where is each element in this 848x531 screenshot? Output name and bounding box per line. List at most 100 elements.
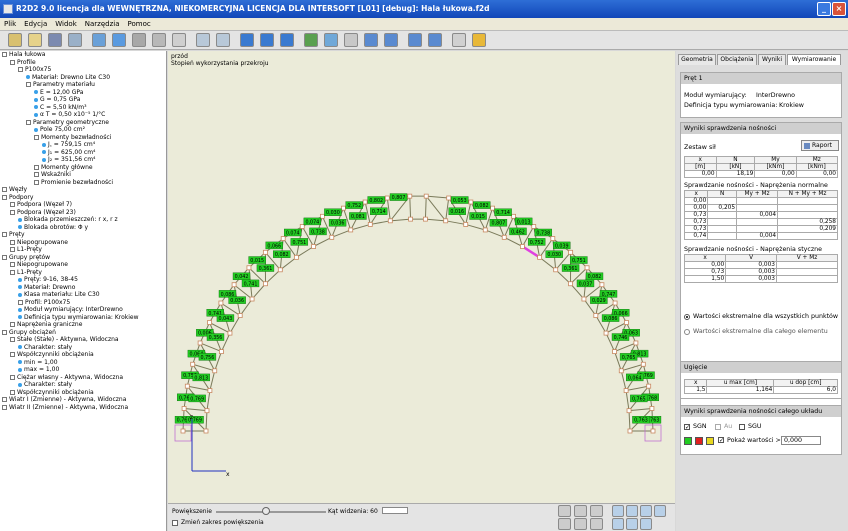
save-icon[interactable] [48, 33, 62, 47]
structure-canvas[interactable]: przód Stopień wykorzystania przekroju 0,… [168, 51, 675, 503]
tree-item[interactable]: Hala łukowa [0, 51, 166, 59]
tree-item[interactable]: Wiatr II (Zmienne) - Aktywna, Widoczna [0, 404, 166, 412]
radio-all-points-input[interactable] [684, 314, 690, 320]
tree-item[interactable]: Momenty główne [0, 164, 166, 172]
tree-item[interactable]: Klasa materiału: Lite C30 [0, 291, 166, 299]
refresh-icon[interactable] [640, 518, 652, 530]
zoom-in-icon[interactable] [612, 505, 624, 517]
tree-item[interactable]: G = 0,75 GPa [0, 96, 166, 104]
red-color-swatch[interactable] [695, 437, 703, 445]
view-front-icon[interactable] [240, 33, 254, 47]
nav-left-icon[interactable] [574, 518, 587, 530]
radio-whole-element[interactable]: Wartości ekstremalne dla całego elementu [681, 328, 841, 337]
tree-item[interactable]: Wskaźniki [0, 171, 166, 179]
view-3d-icon[interactable] [280, 33, 294, 47]
tree-item[interactable]: Współczynniki obciążenia [0, 389, 166, 397]
settings-icon[interactable] [452, 33, 466, 47]
nav-down-icon[interactable] [590, 518, 603, 530]
tree-item[interactable]: Materiał: Drewno [0, 284, 166, 292]
table-icon[interactable] [364, 33, 378, 47]
tree-item[interactable]: Definicja typu wymiarowania: Krokiew [0, 314, 166, 322]
tree-item[interactable]: Grupy prętów [0, 254, 166, 262]
minimize-button[interactable]: _ [817, 2, 831, 16]
tree-item[interactable]: Węzły [0, 186, 166, 194]
radio-all-points[interactable]: Wartości ekstremalne dla wszystkich punk… [681, 313, 841, 322]
undo-icon[interactable] [196, 33, 210, 47]
zoom-window-icon[interactable] [654, 505, 666, 517]
new-icon[interactable] [8, 33, 22, 47]
green-color-swatch[interactable] [684, 437, 692, 445]
tab-geometry[interactable]: Geometria [678, 54, 716, 65]
zoom-slider-track[interactable] [216, 511, 326, 513]
tree-item[interactable]: Wiatr I (Zmienne) - Aktywna, Widoczna [0, 396, 166, 404]
nav-up-left-icon[interactable] [558, 505, 571, 517]
tree-item[interactable]: Niepogrupowane [0, 261, 166, 269]
show-values-checkbox[interactable]: ✓ [718, 437, 724, 444]
menu-tools[interactable]: Narzędzia [81, 18, 124, 31]
tree-item[interactable]: Parametry materiału [0, 81, 166, 89]
tree-item[interactable]: Ciężar własny - Aktywna, Widoczna [0, 374, 166, 382]
report-icon[interactable] [408, 33, 422, 47]
tree-item[interactable]: Niepogrupowane [0, 239, 166, 247]
pan-icon[interactable] [626, 518, 638, 530]
redo-icon[interactable] [216, 33, 230, 47]
tree-item[interactable]: J꜀ = 759,15 cm⁴ [0, 141, 166, 149]
tree-item[interactable]: Podpora (Węzeł 23) [0, 209, 166, 217]
grid-tool-icon[interactable] [132, 33, 146, 47]
yellow-color-swatch[interactable] [706, 437, 714, 445]
menu-edit[interactable]: Edycja [20, 18, 51, 31]
tree-item[interactable]: Grupy obciążeń [0, 329, 166, 337]
tab-dimensioning[interactable]: Wymiarowanie [787, 54, 841, 65]
report-button[interactable]: Raport [801, 140, 839, 151]
member-tool-icon[interactable] [112, 33, 126, 47]
tree-item[interactable]: Współczynniki obciążenia [0, 351, 166, 359]
sgu-checkbox[interactable] [739, 424, 745, 430]
zoom-fit-icon[interactable] [640, 505, 652, 517]
tree-item[interactable]: J₂ = 351,56 cm⁴ [0, 156, 166, 164]
table-row[interactable]: 0,73 0,209 [683, 225, 838, 233]
tree-item[interactable]: Charakter: stały [0, 381, 166, 389]
nav-up-right-icon[interactable] [590, 505, 603, 517]
table-row[interactable]: 0,73 0,004 [683, 211, 838, 219]
zoom-slider-handle[interactable] [262, 507, 270, 515]
open-icon[interactable] [28, 33, 42, 47]
export-icon[interactable] [428, 33, 442, 47]
tree-item[interactable]: Stałe (Stałe) - Aktywna, Widoczna [0, 336, 166, 344]
view-side-icon[interactable] [260, 33, 274, 47]
results-icon[interactable] [324, 33, 338, 47]
sgn-checkbox[interactable]: ✓ [684, 424, 690, 431]
threshold-input[interactable]: 0,000 [781, 436, 821, 445]
delete-icon[interactable] [172, 33, 186, 47]
tree-item[interactable]: α T = 0,50 x10⁻⁵ 1/°C [0, 111, 166, 119]
tree-item[interactable]: J₁ = 625,00 cm⁴ [0, 149, 166, 157]
tree-item[interactable]: Charakter: stały [0, 344, 166, 352]
node-tool-icon[interactable] [92, 33, 106, 47]
table-row[interactable]: 0,00 0,003 [683, 261, 839, 269]
table-row[interactable]: 0,00 0,205 [683, 204, 838, 212]
tree-item[interactable]: L1-Pręty [0, 246, 166, 254]
nav-right-icon[interactable] [558, 518, 571, 530]
dimension-icon[interactable] [344, 33, 358, 47]
menu-view[interactable]: Widok [51, 18, 81, 31]
scale-tool-icon[interactable] [152, 33, 166, 47]
tab-results[interactable]: Wyniki [758, 54, 786, 65]
tree-item[interactable]: Blokada obrotów: Φ y [0, 224, 166, 232]
tree-item[interactable]: max = 1,00 [0, 366, 166, 374]
tree-item[interactable]: Parametry geometryczne [0, 119, 166, 127]
menu-file[interactable]: Plik [0, 18, 20, 31]
tree-item[interactable]: E = 12,00 GPa [0, 89, 166, 97]
tree-item[interactable]: Pręty [0, 231, 166, 239]
tree-item[interactable]: Podpory [0, 194, 166, 202]
tree-item[interactable]: Pręty: 9-16, 38-45 [0, 276, 166, 284]
normal-table[interactable]: x N My + Mz N + My + Mz 0,00 0,00 0,205 0,73 0,… [683, 190, 838, 240]
table-row[interactable]: 0,73 0,003 [683, 268, 839, 276]
table-row[interactable]: 1,50 0,003 [683, 275, 839, 283]
tree-item[interactable]: Podpora (Węzeł 7) [0, 201, 166, 209]
tree-item[interactable]: Momenty bezwładności [0, 134, 166, 142]
close-button[interactable]: × [832, 2, 846, 16]
change-zoom-checkbox[interactable] [172, 520, 178, 526]
print-icon[interactable] [68, 33, 82, 47]
table-row[interactable]: 0,74 0,004 [683, 232, 838, 240]
shear-table[interactable]: xVV + Mz 0,00 0,003 0,73 0,003 1,50 0,003 [683, 254, 839, 283]
tree-item[interactable]: C = 5,50 kN/m³ [0, 104, 166, 112]
